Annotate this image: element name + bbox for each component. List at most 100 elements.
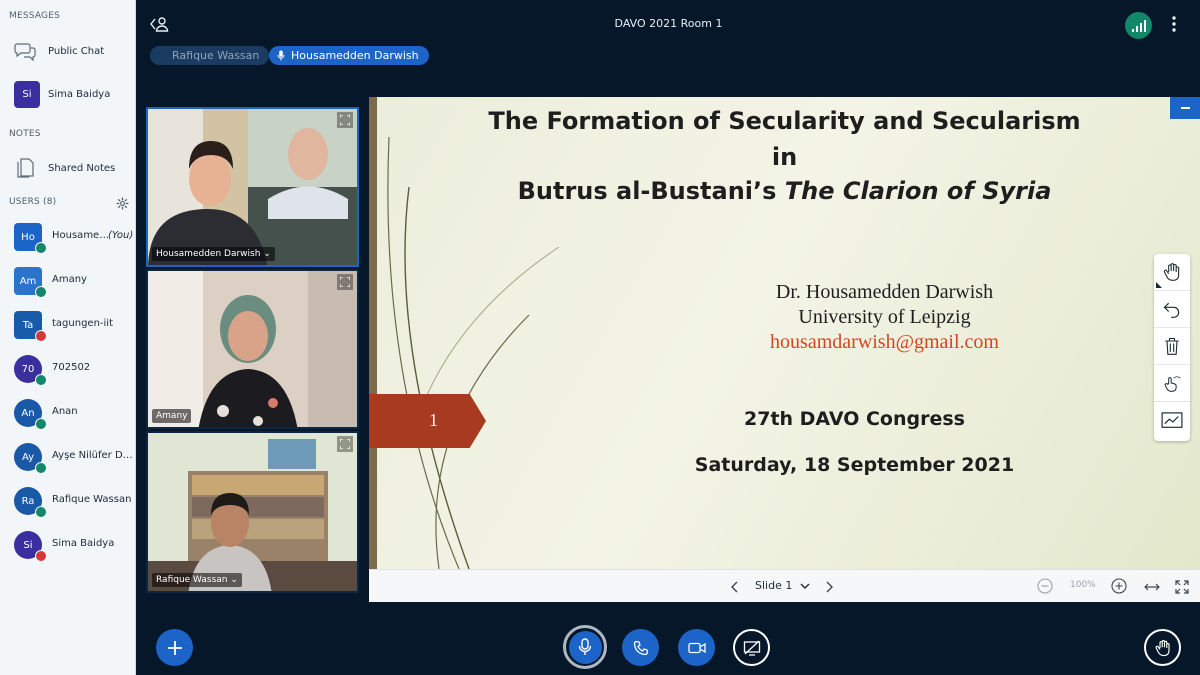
gear-icon[interactable] [116, 195, 129, 214]
undo-button[interactable] [1154, 291, 1190, 328]
minus-icon [1180, 107, 1190, 109]
poll-button[interactable] [1154, 402, 1190, 439]
webcam-name: Housamedden Darwish [156, 249, 261, 259]
user-name: Anan [52, 406, 78, 417]
notes-section-title: NOTES [9, 129, 41, 139]
slide-title-italic: The Clarion of Syria [784, 177, 1052, 205]
audio-status-icon [35, 330, 47, 342]
fullscreen-icon[interactable] [337, 112, 353, 128]
audio-status-icon [35, 286, 47, 298]
presentation-slide[interactable]: The Formation of Secularity and Seculari… [369, 97, 1200, 569]
user-name-text: 702502 [52, 362, 91, 373]
talker-name: Rafique Wassan [172, 49, 260, 62]
clear-annotations-button[interactable] [1154, 328, 1190, 365]
user-name-text: Amany [52, 274, 87, 285]
mic-icon [277, 50, 285, 61]
options-menu-icon[interactable] [1171, 15, 1177, 37]
slide-email: housamdarwish@gmail.com [770, 331, 999, 353]
webcam-name: Amany [156, 411, 188, 421]
webcam-housamedden[interactable]: Housamedden Darwish ⌄ [146, 107, 359, 267]
user-list-item[interactable]: Ho Housame… (You) [0, 217, 136, 261]
talker-indicator-housamedden[interactable]: Housamedden Darwish [269, 46, 429, 65]
webcam-video [148, 271, 357, 427]
zoom-level[interactable]: 100% [1070, 580, 1096, 590]
connection-status-icon[interactable] [1125, 12, 1152, 39]
undo-icon [1163, 302, 1180, 318]
slide-title-line1: The Formation of Secularity and Seculari… [488, 107, 1081, 135]
raise-hand-button[interactable] [1144, 629, 1181, 666]
user-name: Housame… [52, 230, 108, 241]
private-chat-item[interactable]: Si Sima Baidya [0, 77, 136, 111]
private-chat-label: Sima Baidya [48, 88, 111, 100]
avatar: Si [14, 80, 40, 108]
notes-icon [12, 155, 38, 181]
zoom-out-button[interactable] [1037, 578, 1053, 598]
mute-button-inner [568, 630, 602, 664]
actions-button[interactable] [156, 629, 193, 666]
fullscreen-icon[interactable] [337, 436, 353, 452]
hand-icon [1163, 263, 1180, 281]
audio-status-icon [35, 418, 47, 430]
user-list-item[interactable]: Ay Ayşe Nilüfer D… [0, 437, 136, 481]
users-section-title: USERS (8) [9, 197, 57, 207]
minimize-presentation-button[interactable] [1170, 97, 1200, 119]
slide-selector[interactable]: Slide 1 [755, 579, 810, 592]
slide-title-line3: Butrus al-Bustani’s The Clarion of Syria [369, 177, 1200, 205]
slide-number: 1 [429, 410, 438, 430]
mute-button[interactable] [563, 625, 607, 669]
slide-author: Dr. Housamedden Darwish [775, 281, 994, 303]
user-name: Sima Baidya [52, 538, 114, 549]
multi-user-toggle-button[interactable] [1154, 365, 1190, 402]
fit-width-button[interactable] [1144, 579, 1160, 598]
sidebar: MESSAGES Public Chat Si Sima Baidya NOTE… [0, 0, 136, 675]
you-label: (You) [108, 230, 134, 241]
public-chat-label: Public Chat [48, 45, 105, 57]
share-screen-button[interactable] [733, 629, 770, 666]
fullscreen-presentation-button[interactable] [1175, 579, 1189, 598]
user-list-item[interactable]: Ra Rafique Wassan [0, 481, 136, 525]
webcam-rafique[interactable]: Rafique Wassan ⌄ [146, 431, 359, 593]
zoom-in-button[interactable] [1111, 578, 1127, 598]
share-webcam-button[interactable] [678, 629, 715, 666]
video-camera-icon [687, 642, 706, 653]
shared-notes-item[interactable]: Shared Notes [0, 151, 136, 185]
shared-notes-label: Shared Notes [48, 162, 116, 174]
user-list-item[interactable]: Am Amany [0, 261, 136, 305]
slide-congress: 27th DAVO Congress [744, 408, 965, 430]
user-name-text: Ayşe Nilüfer D… [52, 450, 132, 461]
leave-audio-button[interactable] [622, 629, 659, 666]
talker-indicator-rafique[interactable]: Rafique Wassan [150, 46, 270, 65]
trash-icon [1165, 337, 1179, 355]
webcam-label[interactable]: Amany [152, 409, 192, 423]
user-name-text: Housame… [52, 230, 108, 241]
top-bar: DAVO 2021 Room 1 [137, 0, 1200, 48]
webcam-label[interactable]: Housamedden Darwish ⌄ [152, 247, 275, 261]
user-list-item[interactable]: Si Sima Baidya [0, 525, 136, 569]
previous-slide-button[interactable] [730, 579, 740, 598]
user-list-item[interactable]: 70 702502 [0, 349, 136, 393]
user-list-item[interactable]: Ta tagungen-iit [0, 305, 136, 349]
slide-university: University of Leipzig [798, 306, 971, 328]
whiteboard-toolbar [1154, 254, 1190, 441]
audio-status-icon [35, 462, 47, 474]
zoom-in-icon [1111, 578, 1127, 594]
public-chat-item[interactable]: Public Chat [0, 34, 136, 68]
webcam-label[interactable]: Rafique Wassan ⌄ [152, 573, 242, 587]
submenu-indicator [1156, 282, 1162, 288]
fullscreen-icon [1175, 580, 1189, 594]
hand-icon [1155, 639, 1170, 656]
fit-width-icon [1144, 583, 1160, 591]
webcam-amany[interactable]: Amany [146, 269, 359, 429]
fullscreen-icon[interactable] [337, 274, 353, 290]
messages-section-title: MESSAGES [9, 11, 61, 21]
pan-tool-button[interactable] [1154, 254, 1190, 291]
chevron-down-icon [800, 583, 810, 589]
slide-title-plain: Butrus al-Bustani’s [517, 177, 785, 205]
user-name: Ayşe Nilüfer D… [52, 450, 132, 461]
zoom-out-icon [1037, 578, 1053, 594]
multi-user-whiteboard-icon [1164, 376, 1181, 392]
next-slide-button[interactable] [824, 579, 834, 598]
user-name-text: Anan [52, 406, 78, 417]
user-list-item[interactable]: An Anan [0, 393, 136, 437]
audio-status-icon [35, 550, 47, 562]
